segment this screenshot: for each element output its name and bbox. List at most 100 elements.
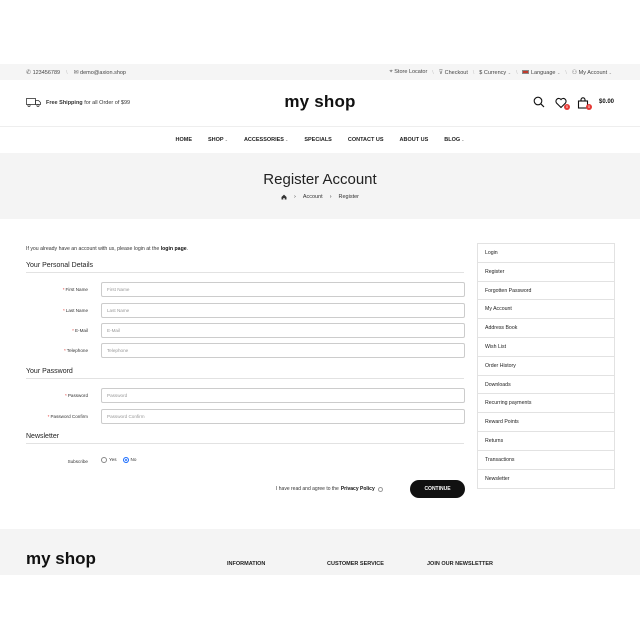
- location-pin-icon: ⌖: [389, 69, 393, 75]
- subscribe-yes-option[interactable]: Yes: [101, 457, 117, 463]
- mail-icon: ✉: [73, 70, 79, 76]
- sidebar-item-my-account[interactable]: My Account: [478, 300, 614, 320]
- sidebar-item-reward-points[interactable]: Reward Points: [478, 413, 614, 432]
- breadcrumb-account[interactable]: Account: [303, 194, 323, 200]
- nav-item-about-us[interactable]: ABOUT US: [400, 137, 429, 143]
- sidebar-item-returns[interactable]: Returns: [478, 432, 614, 451]
- firstname-label: *First Name: [62, 287, 88, 292]
- nav-item-home[interactable]: HOME: [175, 137, 192, 143]
- phone-icon: ✆: [26, 70, 32, 76]
- nav-label: SPECIALS: [304, 137, 332, 143]
- filter-icon: ⊽: [438, 70, 444, 76]
- separator: \: [66, 69, 68, 76]
- subscribe-no-option[interactable]: No: [122, 457, 137, 463]
- checkout-label: Checkout: [444, 70, 468, 76]
- flag-icon: [522, 70, 530, 75]
- nav-label: CONTACT US: [347, 137, 384, 143]
- sidebar-item-address-book[interactable]: Address Book: [478, 319, 614, 338]
- chevron-down-icon: ⌄: [461, 137, 465, 142]
- password-heading: Your Password: [26, 368, 464, 379]
- cart-button[interactable]: 0: [577, 96, 592, 110]
- search-icon[interactable]: [533, 96, 545, 108]
- site-footer: my shop INFORMATION CUSTOMER SERVICE JOI…: [0, 529, 640, 575]
- privacy-policy-link[interactable]: Privacy Policy: [341, 486, 375, 492]
- breadcrumb-separator: ›: [329, 194, 332, 200]
- wishlist-count-badge: 0: [563, 104, 570, 110]
- nav-label: BLOG: [444, 137, 461, 143]
- user-icon: ⚇: [571, 70, 578, 76]
- personal-details-heading: Your Personal Details: [26, 262, 464, 273]
- email-text: demo@axion.shop: [80, 70, 126, 76]
- password-label: *Password: [65, 393, 88, 398]
- email-input[interactable]: [101, 323, 465, 338]
- sidebar-item-wish-list[interactable]: Wish List: [478, 338, 614, 357]
- checkout-link[interactable]: ⊽ Checkout: [439, 69, 468, 76]
- nav-item-contact-us[interactable]: CONTACT US: [348, 137, 384, 143]
- nav-label: ACCESSORIES: [243, 137, 284, 143]
- sidebar-item-transactions[interactable]: Transactions: [478, 451, 614, 470]
- sidebar-item-login[interactable]: Login: [478, 244, 614, 263]
- password-row: *Password: [26, 388, 465, 403]
- firstname-input[interactable]: [101, 282, 465, 297]
- password-input[interactable]: [101, 388, 465, 403]
- currency-dropdown[interactable]: $ Currency ⌄: [479, 70, 511, 76]
- footer-customer-service-heading: CUSTOMER SERVICE: [327, 561, 384, 567]
- main-nav: HOME SHOP⌄ ACCESSORIES⌄ SPECIALS CONTACT…: [0, 126, 640, 153]
- email-label: *E-Mail: [72, 328, 88, 333]
- top-bar: ✆ 123456789 \ ✉ demo@axion.shop ⌖ Store …: [0, 64, 640, 80]
- chevron-down-icon: ⌄: [557, 69, 561, 75]
- login-page-link[interactable]: login page: [161, 246, 187, 252]
- sidebar-item-newsletter[interactable]: Newsletter: [478, 470, 614, 489]
- language-dropdown[interactable]: Language ⌄: [522, 70, 560, 76]
- sidebar-item-forgotten-password[interactable]: Forgotten Password: [478, 282, 614, 301]
- nav-label: HOME: [175, 137, 192, 143]
- cart-total[interactable]: $0.00: [599, 99, 614, 105]
- my-account-label: My Account: [578, 70, 608, 76]
- footer-newsletter-heading: JOIN OUR NEWSLETTER: [427, 561, 494, 567]
- nav-item-specials[interactable]: SPECIALS: [304, 137, 332, 143]
- continue-button[interactable]: CONTINUE: [410, 480, 465, 498]
- lastname-input[interactable]: [101, 303, 465, 318]
- nav-item-accessories[interactable]: ACCESSORIES⌄: [244, 137, 288, 143]
- telephone-label: *Telephone: [64, 348, 88, 353]
- lastname-row: *Last Name: [26, 303, 465, 318]
- phone-text: 123456789: [32, 70, 61, 76]
- footer-logo[interactable]: my shop: [26, 549, 96, 569]
- chevron-down-icon: ⌄: [284, 137, 289, 142]
- breadcrumb-register[interactable]: Register: [339, 194, 359, 200]
- wishlist-button[interactable]: 0: [555, 96, 570, 110]
- nav-label: SHOP: [207, 137, 224, 143]
- password-confirm-input[interactable]: [101, 409, 465, 424]
- language-label: Language: [530, 69, 556, 76]
- password-confirm-label: *Password Confirm: [47, 414, 88, 419]
- email-link[interactable]: ✉ demo@axion.shop: [73, 69, 126, 76]
- nav-item-blog[interactable]: BLOG⌄: [444, 137, 464, 143]
- main-content: If you already have an account with us, …: [0, 219, 640, 529]
- page: ✆ 123456789 \ ✉ demo@axion.shop ⌖ Store …: [0, 0, 640, 640]
- sidebar-item-order-history[interactable]: Order History: [478, 357, 614, 376]
- separator: \: [565, 69, 567, 76]
- telephone-row: *Telephone: [26, 343, 465, 358]
- sidebar-item-downloads[interactable]: Downloads: [478, 376, 614, 395]
- home-icon[interactable]: [281, 194, 287, 200]
- store-locator-link[interactable]: ⌖ Store Locator: [389, 69, 427, 76]
- cart-count-badge: 0: [585, 104, 592, 110]
- separator: \: [516, 69, 518, 76]
- telephone-input[interactable]: [101, 343, 465, 358]
- sidebar-item-recurring-payments[interactable]: Recurring payments: [478, 394, 614, 414]
- page-banner: Register Account › Account › Register: [0, 153, 640, 219]
- footer-information-heading: INFORMATION: [227, 561, 266, 567]
- page-title: Register Account: [263, 171, 377, 188]
- agree-text: I have read and agree to the: [276, 486, 339, 492]
- phone-link[interactable]: ✆ 123456789: [26, 69, 60, 76]
- nav-label: ABOUT US: [399, 137, 429, 143]
- firstname-row: *First Name: [26, 282, 465, 297]
- my-account-dropdown[interactable]: ⚇ My Account ⌄: [572, 69, 612, 76]
- email-row: *E-Mail: [26, 323, 465, 338]
- lastname-label: *Last Name: [62, 308, 88, 313]
- no-label: No: [130, 457, 137, 463]
- site-header: Free Shipping for all Order of $99 my sh…: [0, 80, 640, 126]
- nav-item-shop[interactable]: SHOP⌄: [208, 137, 228, 143]
- privacy-checkbox[interactable]: [377, 486, 383, 492]
- sidebar-item-register[interactable]: Register: [478, 263, 614, 282]
